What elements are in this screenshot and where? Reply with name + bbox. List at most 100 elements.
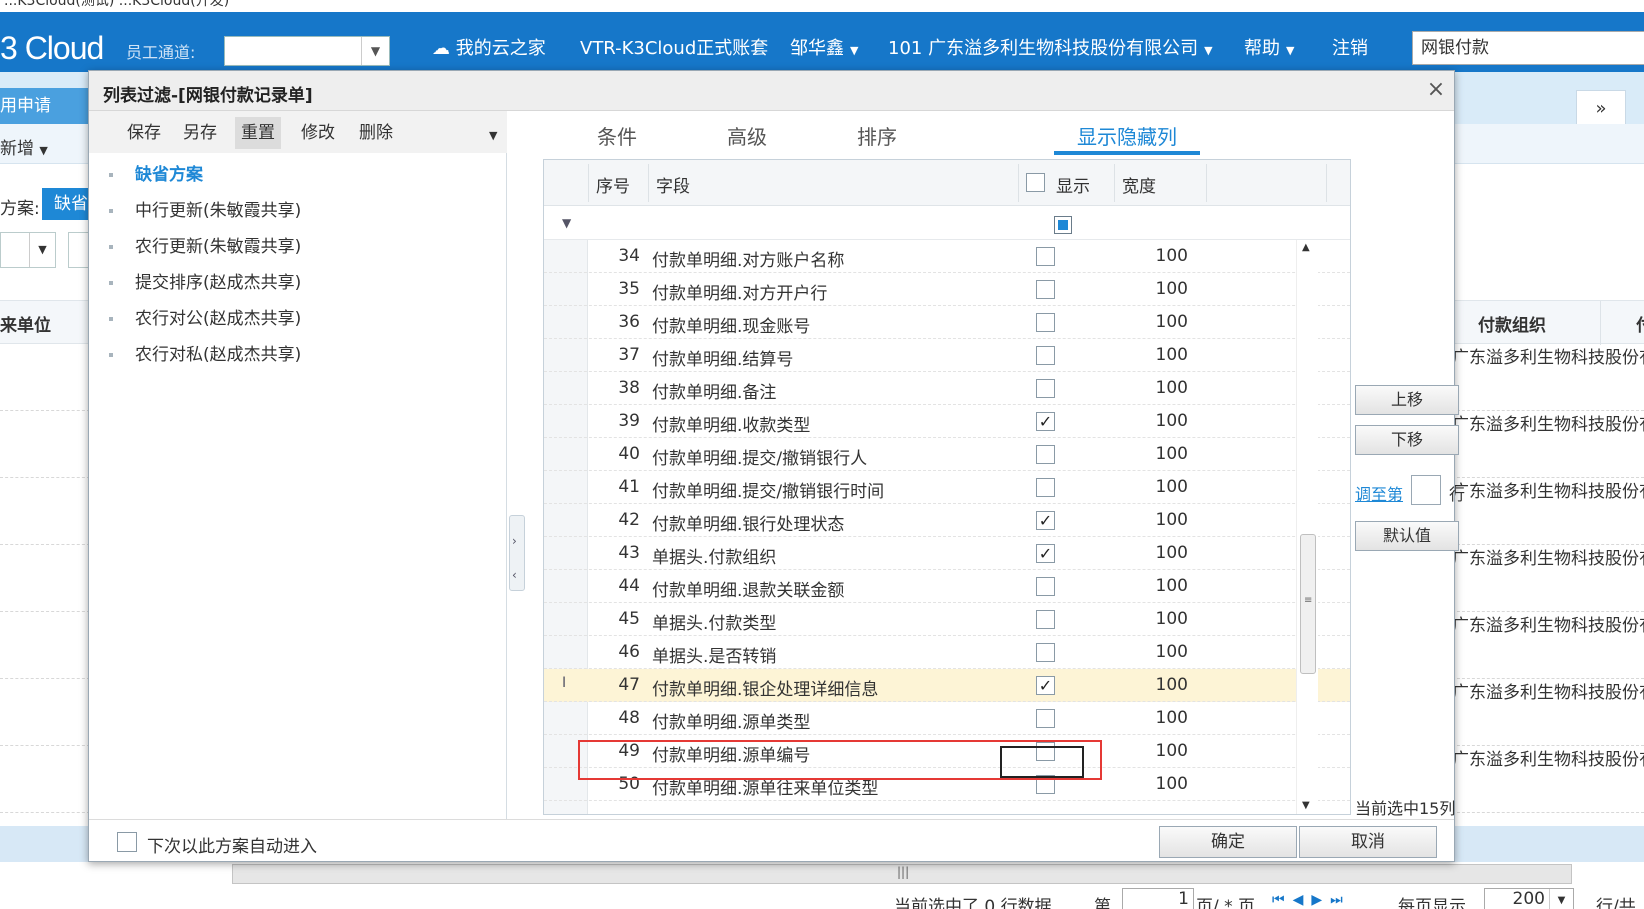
chevron-right-icon[interactable]: › — [512, 534, 517, 548]
table-row[interactable]: 41 付款单明细.提交/撤销银行时间 100 — [544, 471, 1350, 504]
table-row[interactable]: 34 付款单明细.对方账户名称 100 — [544, 240, 1350, 273]
account-set-link[interactable]: VTR-K3Cloud正式账套 — [580, 34, 768, 60]
chevron-down-icon[interactable]: ▼ — [361, 37, 389, 65]
show-column-checkbox[interactable] — [1036, 610, 1055, 629]
save-button[interactable]: 保存 — [121, 117, 167, 149]
reset-button[interactable]: 重置 — [235, 117, 281, 149]
scheme-item[interactable]: 农行对私(赵成杰共享) — [89, 337, 507, 373]
horizontal-scrollbar[interactable]: ||| — [232, 864, 1572, 884]
select-all-checkbox[interactable] — [1026, 173, 1045, 192]
pager-nav-icons[interactable]: ⏮◀▶⏭ — [1272, 892, 1351, 908]
show-column-checkbox[interactable] — [1036, 577, 1055, 596]
column-header-unit[interactable]: 来单位 — [0, 311, 51, 336]
table-row[interactable]: 38 付款单明细.备注 100 — [544, 372, 1350, 405]
scroll-thumb[interactable]: ≡ — [1300, 534, 1316, 674]
new-button[interactable]: 新增 ▼ — [0, 134, 48, 159]
row-width[interactable]: 100 — [1140, 576, 1188, 596]
row-width[interactable]: 100 — [1140, 774, 1188, 794]
scroll-down-icon[interactable]: ▼ — [1302, 800, 1310, 811]
scheme-item[interactable]: 中行更新(朱敏霞共享) — [89, 193, 507, 229]
close-icon[interactable]: × — [1425, 79, 1447, 101]
row-width[interactable]: 100 — [1140, 444, 1188, 464]
show-column-checkbox[interactable] — [1036, 445, 1055, 464]
dialog-title-bar[interactable]: 列表过滤-[网银付款记录单] × — [89, 71, 1454, 111]
page-number-input[interactable]: 1 — [1122, 888, 1194, 909]
scheme-item[interactable]: 农行更新(朱敏霞共享) — [89, 229, 507, 265]
row-width[interactable]: 100 — [1140, 411, 1188, 431]
modify-button[interactable]: 修改 — [295, 117, 341, 149]
employee-channel-combo[interactable]: ▼ — [224, 36, 390, 66]
row-width[interactable]: 100 — [1140, 246, 1188, 266]
ok-button[interactable]: 确定 — [1159, 826, 1297, 858]
auto-enter-checkbox[interactable] — [117, 832, 137, 852]
delete-button[interactable]: 删除 — [353, 117, 399, 149]
show-column-checkbox[interactable] — [1036, 775, 1055, 794]
row-width[interactable]: 100 — [1140, 642, 1188, 662]
show-column-checkbox[interactable] — [1036, 247, 1055, 266]
page-size-select[interactable]: 200 ▼ — [1484, 888, 1574, 909]
row-width[interactable]: 100 — [1140, 279, 1188, 299]
global-search-input[interactable]: 网银付款 — [1412, 31, 1644, 65]
show-column-checkbox[interactable] — [1036, 742, 1055, 761]
table-row[interactable]: 44 付款单明细.退款关联金额 100 — [544, 570, 1350, 603]
chevron-down-icon[interactable]: ▼ — [1549, 889, 1573, 909]
row-width[interactable]: 100 — [1140, 675, 1188, 695]
scheme-chip[interactable]: 缺省 — [42, 188, 92, 220]
row-width[interactable]: 100 — [1140, 510, 1188, 530]
row-width[interactable]: 100 — [1140, 741, 1188, 761]
app-tab[interactable]: 用申请 — [0, 88, 96, 124]
splitter-handle[interactable]: › ‹ — [509, 515, 525, 591]
goto-row-input[interactable] — [1411, 475, 1441, 505]
logout-link[interactable]: 注销 — [1332, 34, 1368, 60]
row-width[interactable]: 100 — [1140, 543, 1188, 563]
show-column-checkbox[interactable]: ✓ — [1036, 544, 1055, 563]
collapse-icon[interactable]: » — [1576, 90, 1626, 128]
row-width[interactable]: 100 — [1140, 708, 1188, 728]
show-column-checkbox[interactable]: ✓ — [1036, 676, 1055, 695]
table-row[interactable]: 42 付款单明细.银行处理状态 ✓ 100 — [544, 504, 1350, 537]
chevron-left-icon[interactable]: ‹ — [512, 568, 517, 582]
tab-show-hide-columns[interactable]: 显示隐藏列 — [1077, 121, 1177, 150]
scroll-up-icon[interactable]: ▲ — [1302, 242, 1310, 253]
more-icon[interactable]: ▼ — [489, 129, 497, 142]
tab-sort[interactable]: 排序 — [857, 121, 897, 150]
show-column-checkbox[interactable] — [1036, 313, 1055, 332]
scheme-item[interactable]: 农行对公(赵成杰共享) — [89, 301, 507, 337]
organization-menu[interactable]: 101 广东溢多利生物科技股份有限公司 ▼ — [888, 34, 1213, 60]
my-cloud-home-link[interactable]: ☁ 我的云之家 — [432, 34, 546, 60]
row-width[interactable]: 100 — [1140, 477, 1188, 497]
row-width[interactable]: 100 — [1140, 609, 1188, 629]
chevron-down-icon[interactable]: ▼ — [29, 233, 55, 267]
vertical-scrollbar[interactable]: ▲ ≡ ▼ — [1296, 240, 1318, 814]
default-value-button[interactable]: 默认值 — [1355, 521, 1459, 551]
table-row[interactable]: 46 单据头.是否转销 100 — [544, 636, 1350, 669]
show-column-checkbox[interactable] — [1036, 643, 1055, 662]
goto-row-link[interactable]: 调至第 — [1355, 481, 1403, 505]
filter-funnel-icon[interactable]: ▼ — [562, 216, 571, 230]
user-menu[interactable]: 邹华鑫 ▼ — [790, 34, 858, 60]
table-row[interactable]: 48 付款单明细.源单类型 100 — [544, 702, 1350, 735]
show-column-checkbox[interactable] — [1036, 709, 1055, 728]
table-row[interactable]: 45 单据头.付款类型 100 — [544, 603, 1350, 636]
table-row[interactable]: I 47 付款单明细.银企处理详细信息 ✓ 100 — [544, 669, 1350, 702]
cancel-button[interactable]: 取消 — [1299, 826, 1437, 858]
table-row[interactable]: 43 单据头.付款组织 ✓ 100 — [544, 537, 1350, 570]
move-down-button[interactable]: 下移 — [1355, 425, 1459, 455]
show-column-checkbox[interactable]: ✓ — [1036, 511, 1055, 530]
filter-field[interactable] — [68, 232, 88, 268]
scheme-item-default[interactable]: 缺省方案 — [89, 157, 507, 193]
table-row[interactable]: 36 付款单明细.现金账号 100 — [544, 306, 1350, 339]
column-header-payment-org[interactable]: 付款组织 — [1478, 311, 1546, 336]
scheme-item[interactable]: 提交排序(赵成杰共享) — [89, 265, 507, 301]
row-width[interactable]: 100 — [1140, 312, 1188, 332]
table-row[interactable]: 39 付款单明细.收款类型 ✓ 100 — [544, 405, 1350, 438]
row-width[interactable]: 100 — [1140, 345, 1188, 365]
column-header-next[interactable]: 付 — [1636, 311, 1644, 336]
show-column-checkbox[interactable] — [1036, 379, 1055, 398]
show-column-checkbox[interactable] — [1036, 280, 1055, 299]
move-up-button[interactable]: 上移 — [1355, 385, 1459, 415]
tab-conditions[interactable]: 条件 — [597, 121, 637, 150]
filter-show-checkbox[interactable] — [1054, 216, 1072, 234]
filter-combo[interactable]: ▼ — [0, 232, 56, 268]
table-row[interactable]: 40 付款单明细.提交/撤销银行人 100 — [544, 438, 1350, 471]
